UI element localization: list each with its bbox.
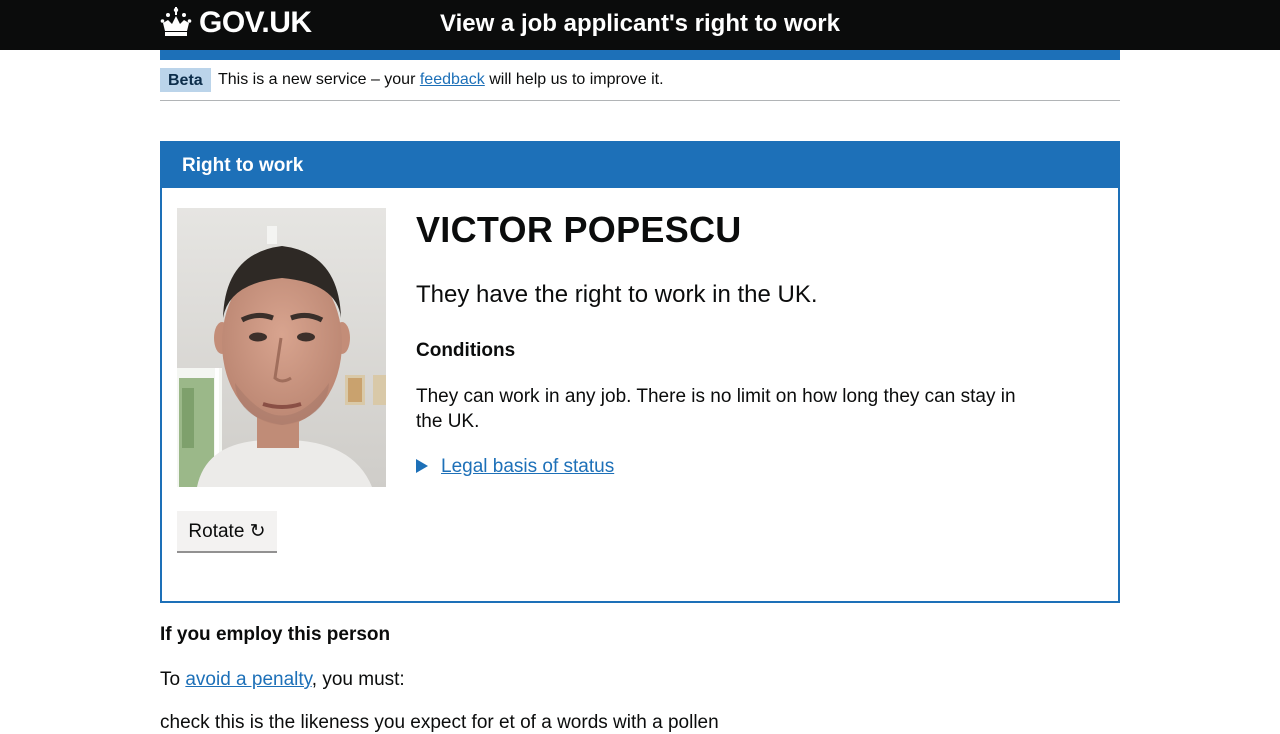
rotate-button[interactable]: Rotate ↻ [177, 511, 277, 551]
penalty-line: To avoid a penalty, you must: [160, 669, 405, 691]
conditions-text: They can work in any job. There is no li… [416, 386, 1016, 432]
employ-heading: If you employ this person [160, 624, 391, 645]
panel-header: Right to work [162, 143, 1118, 188]
penalty-text-after: , you must: [311, 669, 405, 690]
panel-title: Right to work [182, 155, 304, 176]
applicant-photo-image [177, 208, 386, 487]
header-underline [160, 50, 1120, 60]
triangle-right-icon [416, 459, 428, 473]
phase-text-after: will help us to improve it. [484, 71, 664, 88]
penalty-text-before: To [160, 669, 186, 690]
beta-tag: Beta [160, 68, 211, 92]
right-to-work-panel: Right to work Rotate ↻ VICTOR POPESCU Th… [160, 141, 1120, 603]
phase-banner: Beta This is a new service – your feedba… [160, 60, 1120, 101]
conditions-heading: Conditions [416, 340, 516, 361]
legal-basis-link[interactable]: Legal basis of status [441, 456, 614, 478]
site-header: GOV.UK View a job applicant's right to w… [0, 0, 1280, 50]
service-name[interactable]: View a job applicant's right to work [0, 10, 1280, 38]
phase-banner-text: This is a new service – your feedback wi… [218, 70, 664, 90]
employer-instruction-item: check this is the likeness you expect fo… [160, 712, 719, 733]
applicant-photo [177, 208, 386, 487]
phase-text-before: This is a new service – your [218, 71, 420, 88]
right-to-work-status: They have the right to work in the UK. [416, 281, 818, 308]
feedback-link[interactable]: feedback [420, 71, 485, 88]
avoid-penalty-link[interactable]: avoid a penalty [185, 669, 311, 690]
person-name: VICTOR POPESCU [416, 209, 742, 250]
